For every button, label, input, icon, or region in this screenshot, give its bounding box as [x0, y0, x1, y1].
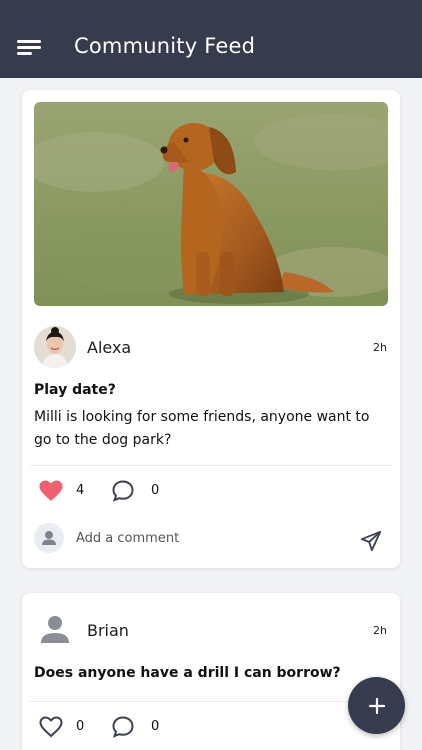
- plus-icon: [368, 697, 385, 714]
- send-icon[interactable]: [360, 530, 382, 556]
- comment-count: 0: [151, 483, 160, 498]
- like-count: 4: [76, 483, 85, 498]
- comment-icon[interactable]: [111, 715, 135, 743]
- post-photo[interactable]: [34, 102, 388, 306]
- add-post-button[interactable]: [348, 677, 405, 734]
- post-title: Does anyone have a drill I can borrow?: [34, 665, 341, 681]
- app-bar: Community Feed: [0, 0, 422, 78]
- comment-count: 0: [151, 719, 160, 734]
- comment-input[interactable]: [76, 526, 336, 550]
- divider: [30, 465, 392, 466]
- author-name[interactable]: Brian: [87, 621, 129, 640]
- person-icon[interactable]: [34, 609, 76, 651]
- post-time: 2h: [373, 624, 387, 637]
- comment-icon[interactable]: [111, 479, 135, 507]
- author-name[interactable]: Alexa: [87, 338, 131, 357]
- post-title: Play date?: [34, 382, 116, 398]
- menu-icon[interactable]: [17, 40, 41, 58]
- divider: [30, 701, 392, 702]
- like-count: 0: [76, 719, 85, 734]
- post-body: Milli is looking for some friends, anyon…: [34, 409, 370, 448]
- page-title: Community Feed: [74, 34, 256, 58]
- person-icon: [34, 523, 64, 553]
- post-card: Brian 2h Does anyone have a drill I can …: [22, 593, 400, 750]
- post-time: 2h: [373, 341, 387, 354]
- author-avatar[interactable]: [34, 326, 76, 368]
- post-card: Alexa 2h Play date? Milli is looking for…: [22, 90, 400, 568]
- heart-icon[interactable]: [39, 716, 63, 742]
- heart-icon[interactable]: [39, 480, 63, 506]
